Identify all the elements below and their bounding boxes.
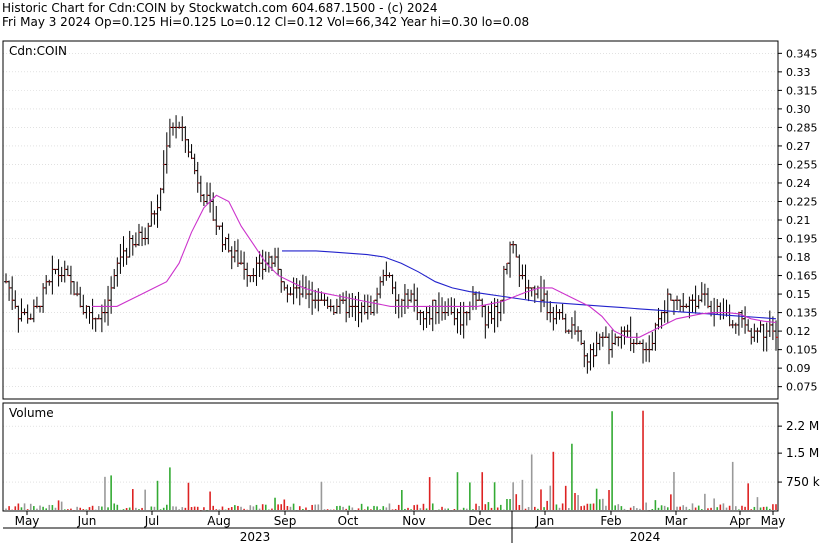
vol-tick-label: 1.5 M: [786, 446, 819, 460]
price-axis: 0.345 0.33 0.315 0.30 0.285 0.27 0.255 0.24 0.22…: [778, 47, 818, 394]
y-tick-label: 0.15: [786, 288, 811, 301]
y-tick-label: 0.27: [786, 140, 811, 153]
vol-tick-label: 2.2 M: [786, 419, 819, 433]
x-month-label: Jul: [144, 514, 159, 528]
x-month-label: Jan: [535, 514, 555, 528]
volume-axis: 2.2 M 1.5 M 750 k: [778, 419, 820, 489]
stock-chart: 0.345 0.33 0.315 0.30 0.285 0.27 0.255 0.24 0.22…: [2, 40, 820, 543]
volume-grid: [3, 425, 778, 483]
x-month-label: Apr: [730, 514, 751, 528]
y-tick-label: 0.09: [786, 362, 811, 375]
volume-panel-label: Volume: [9, 406, 54, 420]
x-month-label: Oct: [338, 514, 359, 528]
y-tick-label: 0.12: [786, 325, 811, 338]
x-month-label: Dec: [468, 514, 491, 528]
y-tick-label: 0.135: [786, 307, 818, 320]
ma-short-line: [92, 194, 777, 338]
y-tick-label: 0.105: [786, 344, 818, 357]
x-year-label: 2023: [240, 530, 271, 543]
y-tick-label: 0.315: [786, 84, 818, 97]
x-month-label: May: [761, 514, 786, 528]
y-tick-label: 0.285: [786, 121, 818, 134]
x-month-label: Sep: [274, 514, 297, 528]
y-tick-label: 0.345: [786, 47, 818, 60]
x-month-label: Aug: [207, 514, 230, 528]
x-year-label: 2024: [630, 530, 661, 543]
y-tick-label: 0.255: [786, 158, 818, 171]
x-month-label: Mar: [665, 514, 688, 528]
x-month-label: Feb: [600, 514, 621, 528]
price-grid: [3, 53, 778, 387]
y-tick-label: 0.225: [786, 195, 818, 208]
x-month-label: May: [15, 514, 40, 528]
volume-bars: [5, 410, 777, 511]
time-axis: May Jun Jul Aug Sep Oct Nov Dec Jan Feb Mar Apr May 2…: [3, 511, 785, 543]
y-tick-label: 0.33: [786, 66, 811, 79]
y-tick-label: 0.165: [786, 270, 818, 283]
ohlc-bars: [4, 115, 778, 374]
x-month-label: Jun: [77, 514, 97, 528]
volume-panel-frame: [2, 402, 779, 512]
price-panel-label: Cdn:COIN: [9, 44, 67, 58]
y-tick-label: 0.21: [786, 214, 811, 227]
y-tick-label: 0.18: [786, 251, 811, 264]
y-tick-label: 0.24: [786, 177, 811, 190]
y-tick-label: 0.195: [786, 233, 818, 246]
y-tick-label: 0.30: [786, 103, 811, 116]
vol-tick-label: 750 k: [786, 475, 820, 489]
x-month-label: Nov: [402, 514, 425, 528]
y-tick-label: 0.075: [786, 381, 818, 394]
